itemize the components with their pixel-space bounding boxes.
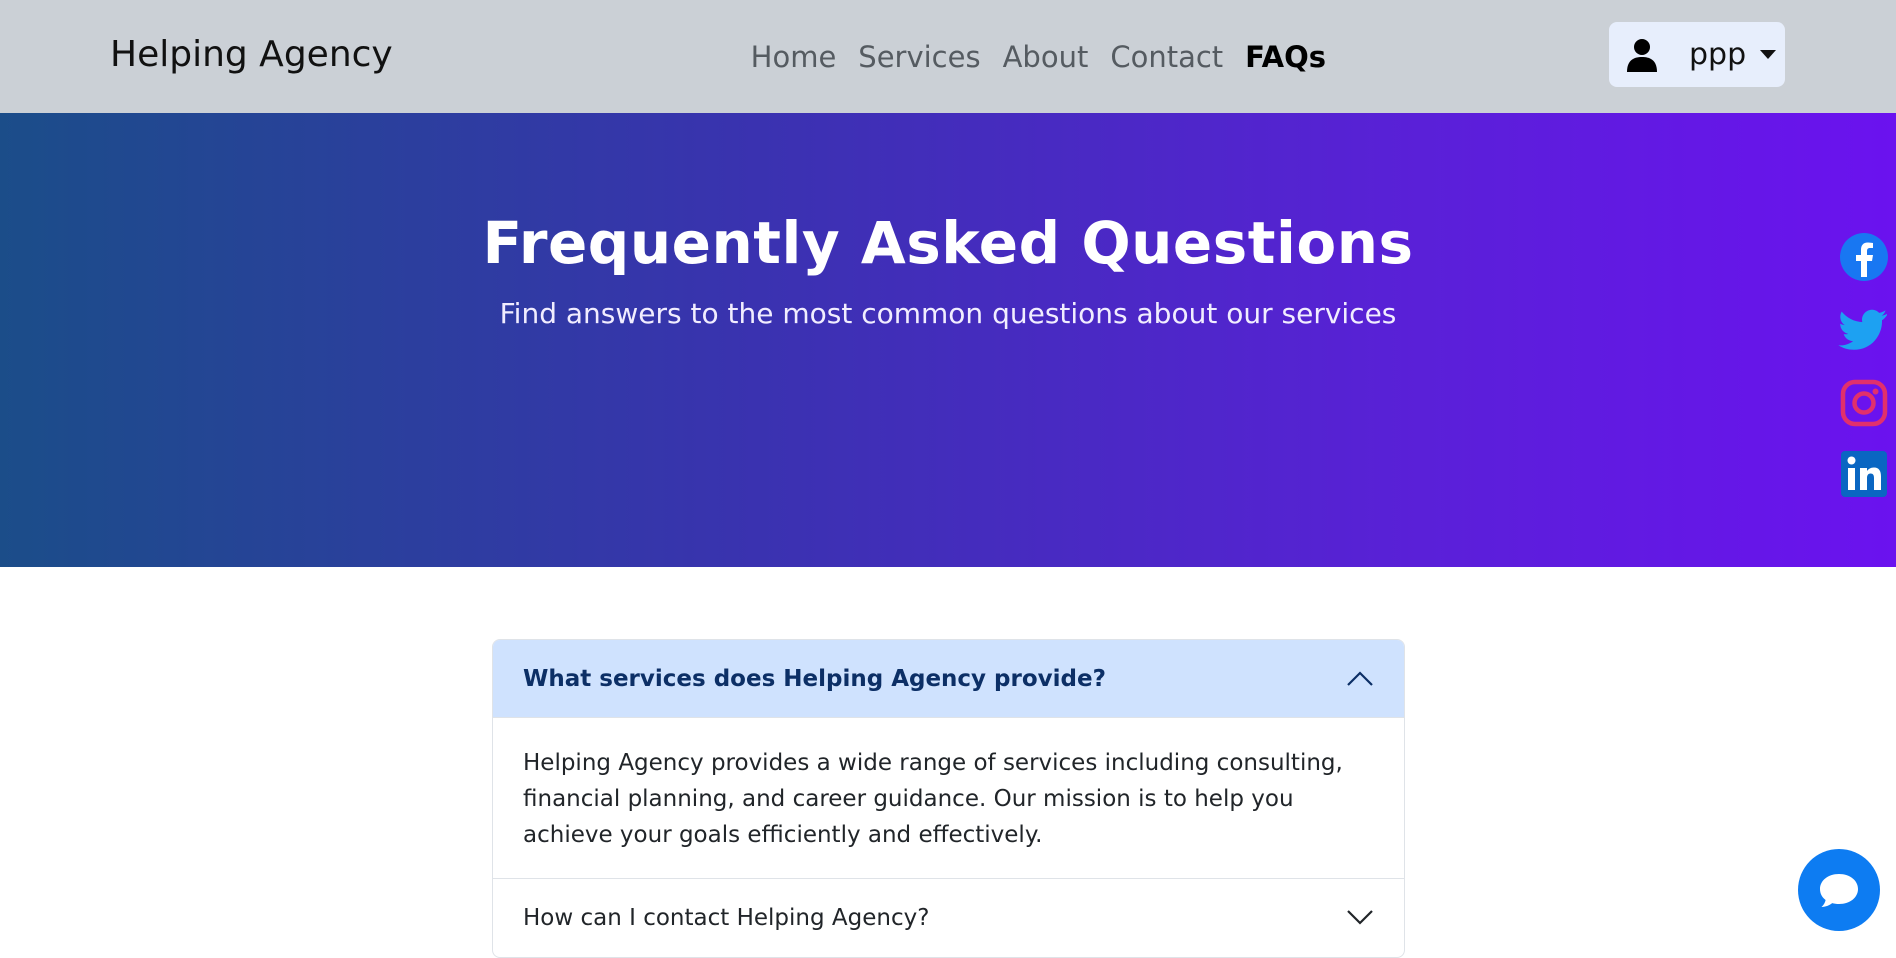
twitter-icon[interactable] xyxy=(1838,303,1890,355)
caret-down-icon xyxy=(1760,50,1777,59)
user-name: ppp xyxy=(1689,37,1747,72)
brand-logo[interactable]: Helping Agency xyxy=(110,34,393,75)
chevron-up-icon xyxy=(1347,671,1373,686)
linkedin-icon[interactable] xyxy=(1838,448,1890,500)
instagram-icon[interactable] xyxy=(1838,377,1890,429)
chevron-down-icon xyxy=(1347,910,1373,925)
faq-question-2[interactable]: How can I contact Helping Agency? xyxy=(493,879,1404,957)
page-title: Frequently Asked Questions xyxy=(482,209,1414,277)
nav-home[interactable]: Home xyxy=(751,40,837,74)
faq-question-text: How can I contact Helping Agency? xyxy=(523,905,930,931)
nav-services[interactable]: Services xyxy=(858,40,980,74)
chat-bubble-icon xyxy=(1820,874,1858,907)
faq-accordion: What services does Helping Agency provid… xyxy=(492,639,1405,958)
user-menu-button[interactable]: ppp xyxy=(1609,22,1785,87)
nav-about[interactable]: About xyxy=(1003,40,1089,74)
person-icon xyxy=(1627,38,1657,72)
page-subtitle: Find answers to the most common question… xyxy=(499,297,1397,330)
faq-question-text: What services does Helping Agency provid… xyxy=(523,665,1106,692)
nav-links: Home Services About Contact FAQs xyxy=(751,0,1326,113)
navbar: Helping Agency Home Services About Conta… xyxy=(0,0,1896,113)
nav-contact[interactable]: Contact xyxy=(1110,40,1223,74)
nav-faqs[interactable]: FAQs xyxy=(1245,40,1326,74)
facebook-icon[interactable] xyxy=(1838,231,1890,283)
hero-banner: Frequently Asked Questions Find answers … xyxy=(0,113,1896,567)
chat-button[interactable] xyxy=(1798,849,1880,931)
faq-question-1[interactable]: What services does Helping Agency provid… xyxy=(493,640,1404,718)
faq-answer-1: Helping Agency provides a wide range of … xyxy=(493,718,1404,879)
